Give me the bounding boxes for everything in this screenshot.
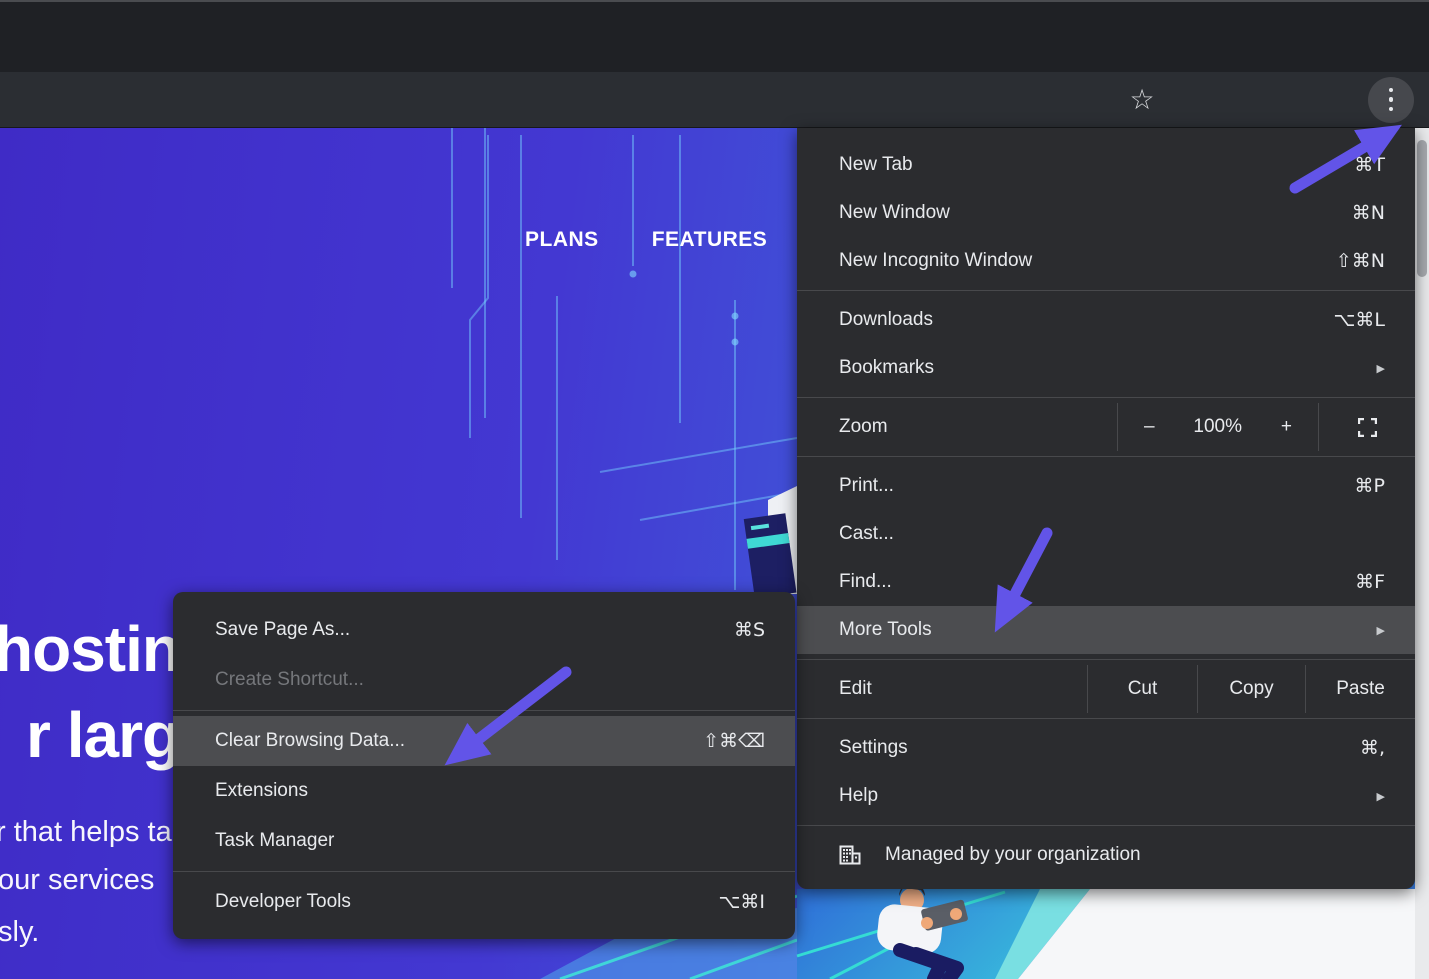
menu-separator [797,825,1415,826]
page-scrollbar-track [1415,128,1429,979]
menu-separator [797,718,1415,719]
menu-item-label: Create Shortcut... [215,669,765,691]
hero-body-line3: sly. [0,916,39,949]
kebab-menu-icon [1389,88,1394,112]
bookmark-star-icon: ☆ [1129,86,1154,114]
hero-heading-line2: r larg [26,698,180,772]
menu-item-shortcut: ⌘, [1360,737,1385,759]
zoom-controls: – 100% + [1117,403,1318,451]
zoom-out-button[interactable]: – [1144,416,1155,438]
menu-item-cast[interactable]: Cast... [797,510,1415,558]
edit-paste-button[interactable]: Paste [1305,665,1415,713]
fullscreen-icon [1358,418,1377,437]
menu-item-new-tab[interactable]: New Tab ⌘T [797,141,1415,189]
menu-item-label: More Tools [839,619,1377,641]
submenu-item-create-shortcut: Create Shortcut... [173,655,795,705]
menu-item-zoom: Zoom – 100% + [797,403,1415,451]
menu-item-label: Save Page As... [215,619,734,641]
zoom-in-button[interactable]: + [1281,416,1292,438]
menu-item-managed-by-organization[interactable]: Managed by your organization [797,831,1415,879]
menu-separator [797,397,1415,398]
chevron-right-icon: ▶ [1377,624,1385,637]
fullscreen-button[interactable] [1318,403,1415,451]
menu-item-more-tools[interactable]: More Tools ▶ [797,606,1415,654]
menu-item-label: Clear Browsing Data... [215,730,703,752]
menu-item-new-incognito-window[interactable]: New Incognito Window ⇧⌘N [797,237,1415,285]
browser-menu-button[interactable] [1368,77,1414,123]
chevron-right-icon: ▶ [1377,362,1385,375]
browser-main-menu: New Tab ⌘T New Window ⌘N New Incognito W… [797,128,1415,889]
menu-item-shortcut: ⌘S [734,619,765,641]
menu-item-shortcut: ⇧⌘⌫ [703,730,765,752]
menu-item-bookmarks[interactable]: Bookmarks ▶ [797,344,1415,392]
tab-bar [0,0,1429,72]
cut-label: Cut [1128,678,1158,700]
menu-item-settings[interactable]: Settings ⌘, [797,724,1415,772]
menu-separator [797,290,1415,291]
menu-separator [797,659,1415,660]
menu-item-label: Task Manager [215,830,765,852]
menu-separator [173,871,795,872]
menu-item-shortcut: ⌘F [1355,571,1385,593]
submenu-item-task-manager[interactable]: Task Manager [173,816,795,866]
menu-item-shortcut: ⌥⌘L [1334,309,1385,331]
site-nav: PLANS FEATURES [525,228,767,252]
menu-item-downloads[interactable]: Downloads ⌥⌘L [797,296,1415,344]
menu-item-label: Print... [839,475,1355,497]
menu-item-label: Settings [839,737,1360,759]
copy-label: Copy [1229,678,1273,700]
submenu-item-save-page-as[interactable]: Save Page As... ⌘S [173,605,795,655]
menu-item-label: Zoom [797,403,1117,451]
menu-item-find[interactable]: Find... ⌘F [797,558,1415,606]
menu-item-label: Bookmarks [839,357,1377,379]
menu-item-shortcut: ⌘P [1355,475,1385,497]
paste-label: Paste [1336,678,1385,700]
edit-cut-button[interactable]: Cut [1087,665,1197,713]
menu-item-label: New Incognito Window [839,250,1336,272]
menu-item-label: Cast... [839,523,1385,545]
menu-item-new-window[interactable]: New Window ⌘N [797,189,1415,237]
menu-item-label: Extensions [215,780,765,802]
menu-item-print[interactable]: Print... ⌘P [797,462,1415,510]
submenu-item-developer-tools[interactable]: Developer Tools ⌥⌘I [173,877,795,927]
more-tools-submenu: Save Page As... ⌘S Create Shortcut... Cl… [173,592,795,939]
menu-item-label: New Window [839,202,1352,224]
menu-item-shortcut: ⇧⌘N [1336,250,1385,272]
nav-features[interactable]: FEATURES [652,228,768,252]
menu-item-label: Find... [839,571,1355,593]
menu-separator [797,456,1415,457]
menu-item-label: Downloads [839,309,1334,331]
browser-window: ☆ [0,0,1429,979]
page-scrollbar-thumb[interactable] [1417,140,1427,277]
menu-item-shortcut: ⌥⌘I [719,891,766,913]
menu-item-label: Help [839,785,1377,807]
menu-item-shortcut: ⌘N [1352,202,1385,224]
menu-item-label: Edit [797,665,1087,713]
menu-item-label: New Tab [839,154,1354,176]
edit-copy-button[interactable]: Copy [1197,665,1305,713]
hero-body-line1: r that helps ta [0,816,172,849]
hero-heading-line1: hostin [0,612,180,686]
nav-plans[interactable]: PLANS [525,228,599,252]
menu-item-label: Developer Tools [215,891,719,913]
chevron-right-icon: ▶ [1377,790,1385,803]
zoom-value: 100% [1193,416,1242,438]
bookmark-button[interactable]: ☆ [1119,77,1165,123]
menu-item-edit: Edit Cut Copy Paste [797,665,1415,713]
menu-item-shortcut: ⌘T [1354,154,1385,176]
menu-item-help[interactable]: Help ▶ [797,772,1415,820]
managed-label: Managed by your organization [885,844,1141,866]
submenu-item-extensions[interactable]: Extensions [173,766,795,816]
submenu-item-clear-browsing-data[interactable]: Clear Browsing Data... ⇧⌘⌫ [173,716,795,766]
menu-separator [173,710,795,711]
organization-building-icon [839,844,861,866]
hero-body-line2: our services [0,864,154,897]
browser-toolbar: ☆ [0,72,1429,128]
